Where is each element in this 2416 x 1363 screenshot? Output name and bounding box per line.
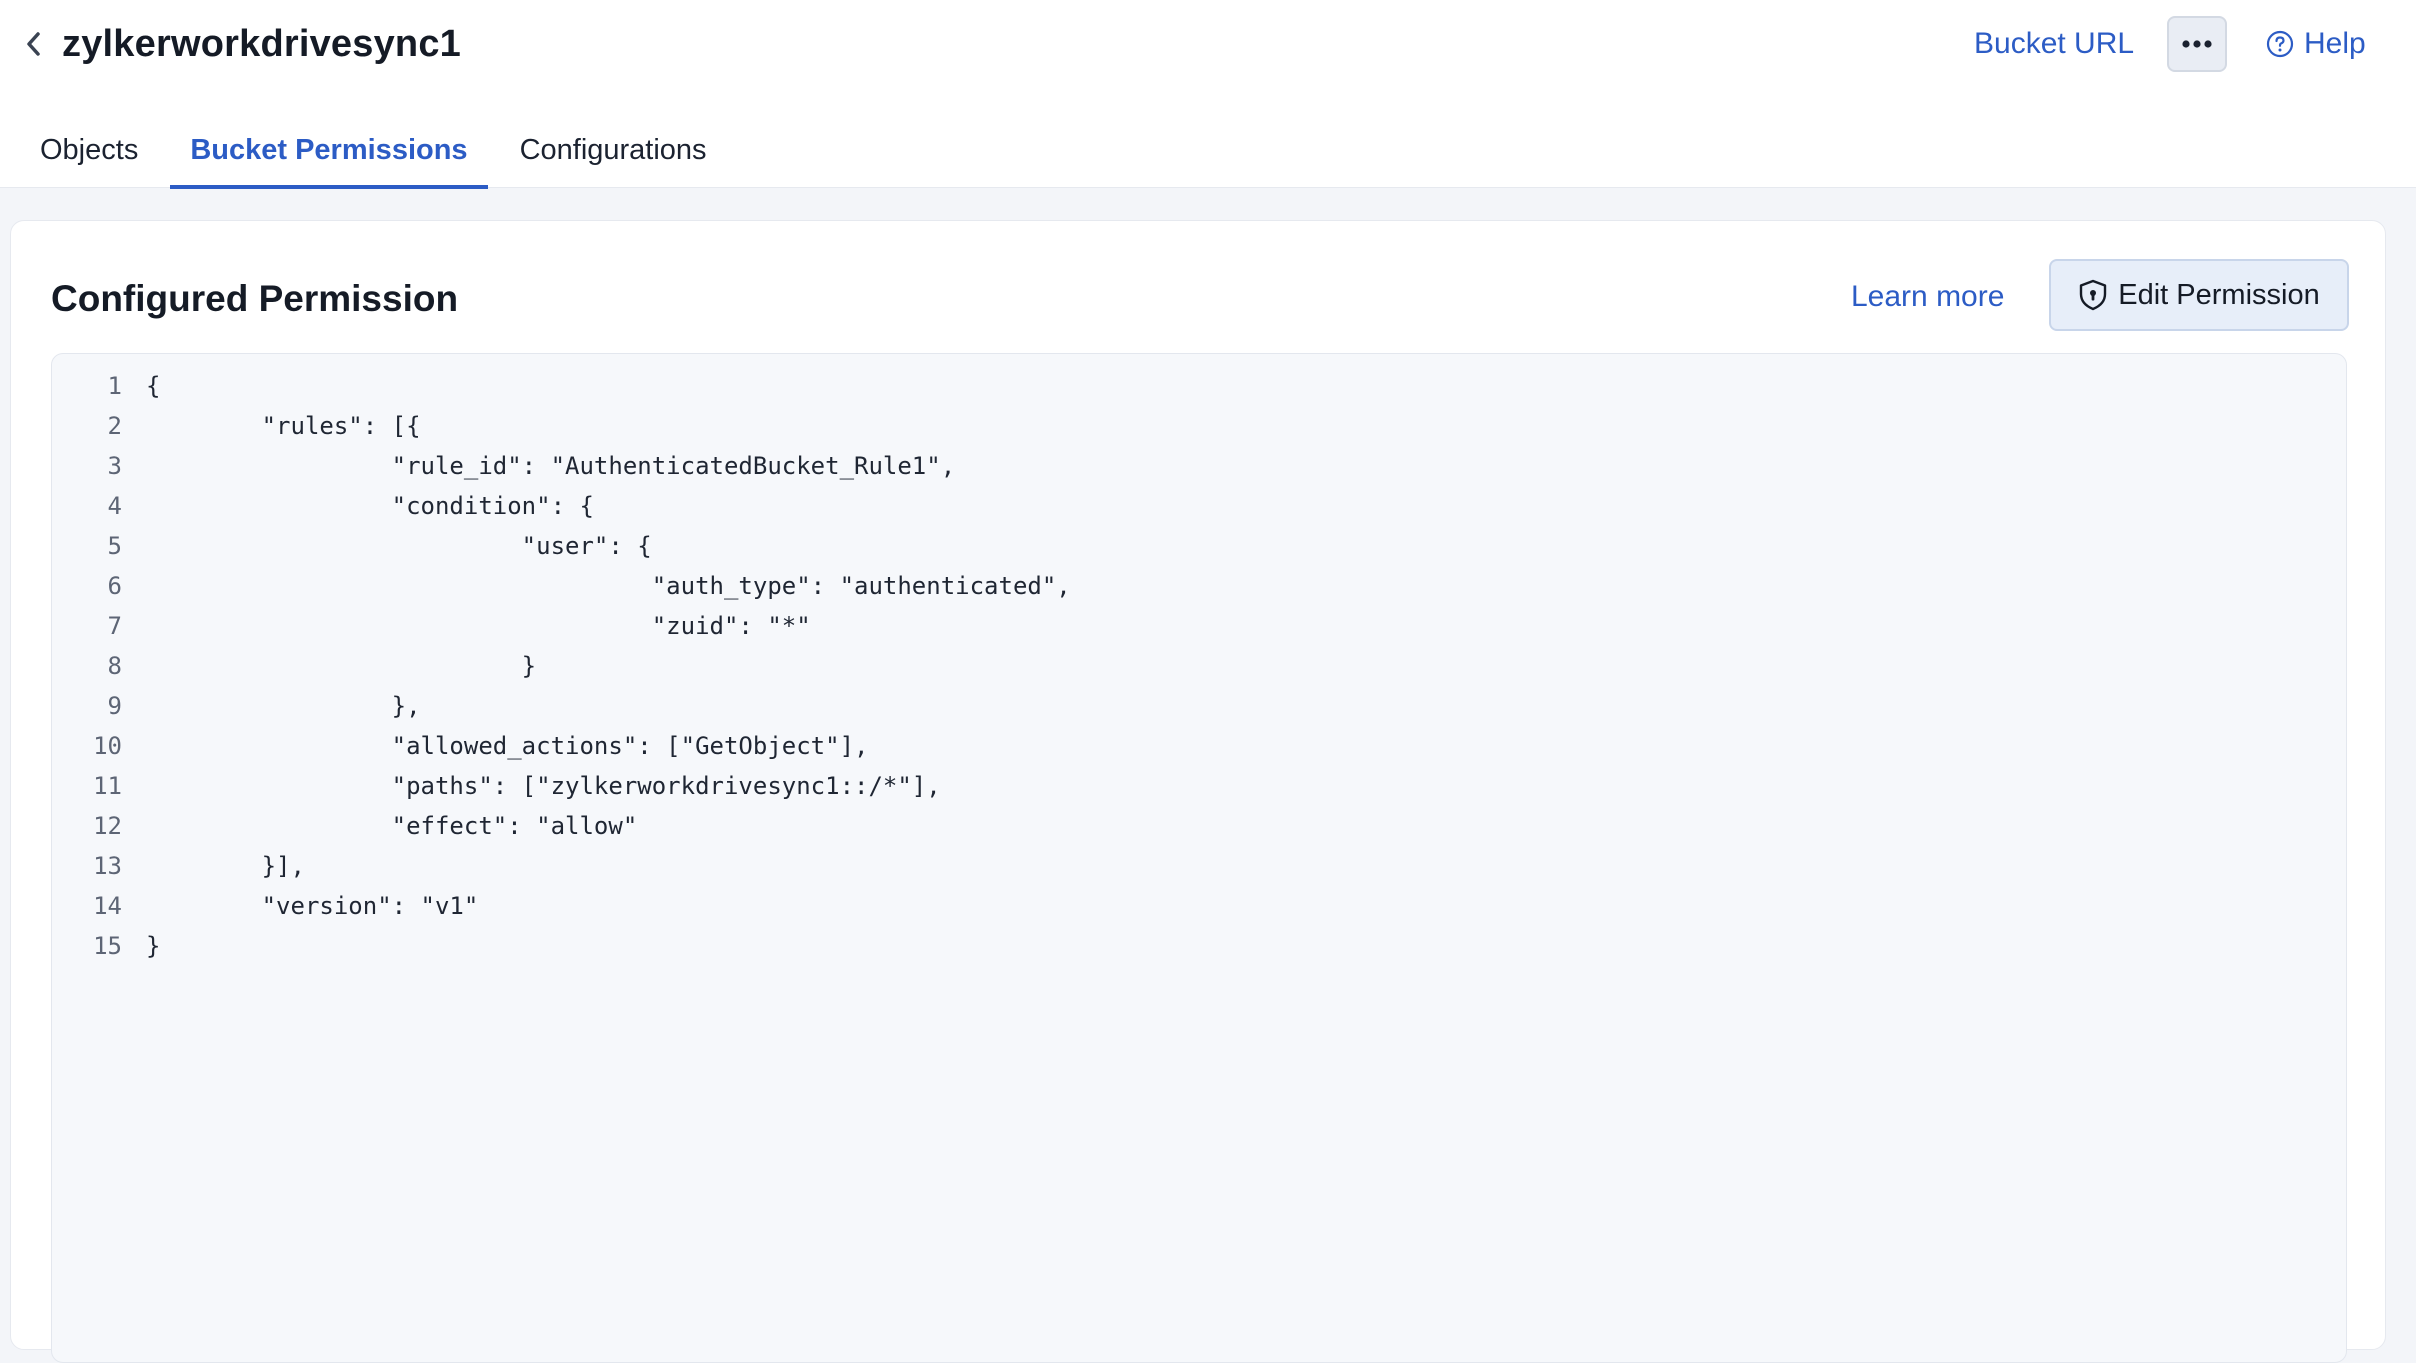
code-text: "version": "v1" [146, 892, 479, 920]
code-line: 15 } [52, 926, 160, 966]
code-text: "user": { [146, 532, 652, 560]
code-text: "paths": ["zylkerworkdrivesync1::/*"], [146, 772, 941, 800]
edit-permission-label: Edit Permission [2118, 278, 2320, 311]
line-number: 4 [107, 492, 122, 520]
code-line: 7 "zuid": "*" [52, 606, 811, 646]
bucket-url-button[interactable]: Bucket URL [1974, 24, 2134, 64]
line-number: 12 [93, 812, 122, 840]
code-text: } [146, 652, 537, 680]
code-text: } [146, 932, 161, 960]
permission-code-viewer[interactable]: 1 { 2 "rules": [{ 3 "rule_id": "Authenti… [51, 353, 2347, 1363]
code-line: 14 "version": "v1" [52, 886, 478, 926]
page-title: zylkerworkdrivesync1 [62, 23, 462, 65]
section-title: Configured Permission [51, 278, 459, 319]
code-text: "zuid": "*" [146, 612, 811, 640]
code-line: 10 "allowed_actions": ["GetObject"], [52, 726, 868, 766]
code-line: 6 "auth_type": "authenticated", [52, 566, 1071, 606]
more-options-button[interactable] [2167, 16, 2227, 72]
line-number: 11 [93, 772, 122, 800]
top-header: zylkerworkdrivesync1 Bucket URL Help Obj… [0, 0, 2416, 189]
ellipsis-icon [2182, 40, 2212, 48]
code-text: "rule_id": "AuthenticatedBucket_Rule1", [146, 452, 956, 480]
code-text: "allowed_actions": ["GetObject"], [146, 732, 869, 760]
line-number: 6 [107, 572, 122, 600]
edit-permission-button[interactable]: Edit Permission [2049, 259, 2349, 331]
code-text: }, [146, 692, 421, 720]
line-number: 10 [93, 732, 122, 760]
line-number: 7 [107, 612, 122, 640]
line-number: 2 [107, 412, 122, 440]
help-button[interactable]: Help [2266, 24, 2366, 64]
code-text: }], [146, 852, 305, 880]
code-line: 13 }], [52, 846, 305, 886]
code-text: "effect": "allow" [146, 812, 638, 840]
chevron-left-icon [27, 32, 40, 56]
line-number: 8 [107, 652, 122, 680]
code-line: 1 { [52, 366, 161, 406]
code-text: "auth_type": "authenticated", [146, 572, 1071, 600]
line-number: 1 [107, 372, 122, 400]
code-line: 4 "condition": { [52, 486, 594, 526]
permission-card: Configured Permission Learn more Edit Pe… [10, 220, 2386, 1363]
back-button[interactable] [16, 22, 52, 66]
line-number: 15 [93, 932, 122, 960]
tab-configurations[interactable]: Configurations [500, 112, 727, 188]
line-number: 13 [93, 852, 122, 880]
line-number: 3 [107, 452, 122, 480]
code-text: { [146, 372, 161, 400]
code-text: "rules": [{ [146, 412, 421, 440]
tab-objects[interactable]: Objects [20, 112, 158, 188]
code-line: 2 "rules": [{ [52, 406, 421, 446]
tab-bucket-permissions[interactable]: Bucket Permissions [170, 112, 488, 189]
code-line: 9 }, [52, 686, 421, 726]
line-number: 14 [93, 892, 122, 920]
code-line: 11 "paths": ["zylkerworkdrivesync1::/*"]… [52, 766, 941, 806]
help-circle-icon [2266, 30, 2294, 58]
code-text: "condition": { [146, 492, 594, 520]
line-number: 5 [107, 532, 122, 560]
code-line: 8 } [52, 646, 537, 686]
code-line: 12 "effect": "allow" [52, 806, 637, 846]
code-line: 3 "rule_id": "AuthenticatedBucket_Rule1"… [52, 446, 956, 486]
learn-more-link[interactable]: Learn more [1851, 277, 2004, 317]
code-line: 5 "user": { [52, 526, 652, 566]
tab-bar: Objects Bucket Permissions Configuration… [20, 112, 739, 189]
line-number: 9 [107, 692, 122, 720]
help-label: Help [2304, 27, 2366, 60]
shield-lock-icon [2080, 279, 2107, 311]
